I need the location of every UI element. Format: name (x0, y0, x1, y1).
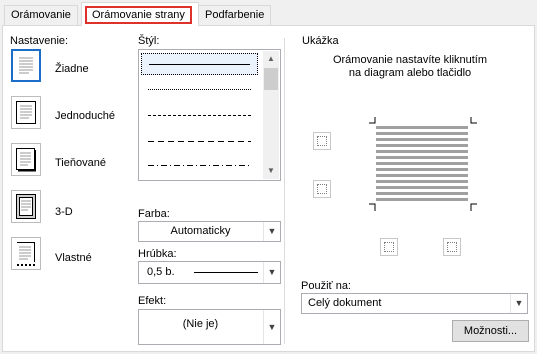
preset-custom-icon[interactable] (11, 237, 41, 270)
style-item-solid[interactable] (141, 53, 258, 75)
color-select-value: Automaticky (170, 225, 231, 237)
tab-shading-label: Podfarbenie (205, 9, 265, 21)
scroll-thumb[interactable] (264, 68, 278, 90)
border-top-icon (317, 136, 327, 146)
style-listbox[interactable]: ▲ ▼ (138, 49, 281, 181)
top-border-button[interactable] (313, 132, 331, 150)
style-item-dash-dot[interactable] (141, 155, 258, 177)
preset-box-label[interactable]: Jednoduché (55, 110, 115, 122)
preview-heading: Ukážka (302, 35, 339, 47)
border-right-icon (447, 242, 457, 252)
style-heading: Štýl: (138, 35, 160, 47)
tab-borders[interactable]: Orámovanie (4, 5, 78, 25)
apply-to-select[interactable]: Celý dokument ▼ (301, 293, 528, 314)
preset-none-label[interactable]: Žiadne (55, 63, 89, 75)
tab-borders-label: Orámovanie (11, 9, 71, 21)
preset-box-icon[interactable] (11, 96, 41, 129)
preset-shadow-icon[interactable] (11, 143, 41, 176)
apply-to-heading: Použiť na: (301, 280, 351, 292)
scroll-up-icon[interactable]: ▲ (263, 51, 279, 67)
preset-custom-label[interactable]: Vlastné (55, 252, 92, 264)
tab-strip: Orámovanie Orámovanie strany Podfarbenie (0, 0, 537, 26)
width-heading: Hrúbka: (138, 248, 177, 260)
preview-instructions: Orámovanie nastavíte kliknutím na diagra… (332, 54, 488, 79)
bottom-border-button[interactable] (313, 180, 331, 198)
border-left-icon (384, 242, 394, 252)
color-heading: Farba: (138, 208, 170, 220)
preset-shadow-label[interactable]: Tieňované (55, 157, 106, 169)
width-line-preview (194, 272, 258, 273)
width-select-value: 0,5 b. (147, 266, 175, 278)
tab-page-border-label: Orámovanie strany (85, 6, 192, 24)
preview-separator (284, 38, 285, 344)
preview-diagram[interactable] (368, 116, 478, 212)
art-heading: Efekt: (138, 295, 167, 307)
preset-3d-label[interactable]: 3-D (55, 206, 73, 218)
style-item-dashed-short[interactable] (141, 105, 258, 127)
tab-shading[interactable]: Podfarbenie (198, 5, 272, 25)
chevron-down-icon[interactable]: ▼ (510, 294, 527, 313)
tab-page-border[interactable]: Orámovanie strany (81, 2, 199, 26)
apply-to-value: Celý dokument (308, 297, 382, 309)
style-item-dotted[interactable] (141, 79, 258, 101)
preset-3d-icon[interactable] (11, 190, 41, 223)
art-select-value: (Nie je) (182, 318, 219, 330)
color-select[interactable]: Automaticky ▼ (138, 221, 281, 242)
preset-none-icon[interactable] (11, 49, 41, 82)
chevron-down-icon[interactable]: ▼ (263, 310, 280, 344)
right-border-button[interactable] (443, 238, 461, 256)
chevron-down-icon[interactable]: ▼ (263, 262, 280, 283)
border-bottom-icon (317, 184, 327, 194)
setting-heading: Nastavenie: (10, 35, 69, 47)
chevron-down-icon[interactable]: ▼ (263, 222, 280, 241)
width-select[interactable]: 0,5 b. ▼ (138, 261, 281, 284)
style-item-dashed-long[interactable] (141, 131, 258, 153)
art-select[interactable]: (Nie je) ▼ (138, 309, 281, 345)
style-scrollbar[interactable]: ▲ ▼ (263, 51, 279, 179)
left-border-button[interactable] (380, 238, 398, 256)
options-button[interactable]: Možnosti... (452, 320, 529, 342)
scroll-down-icon[interactable]: ▼ (263, 163, 279, 179)
